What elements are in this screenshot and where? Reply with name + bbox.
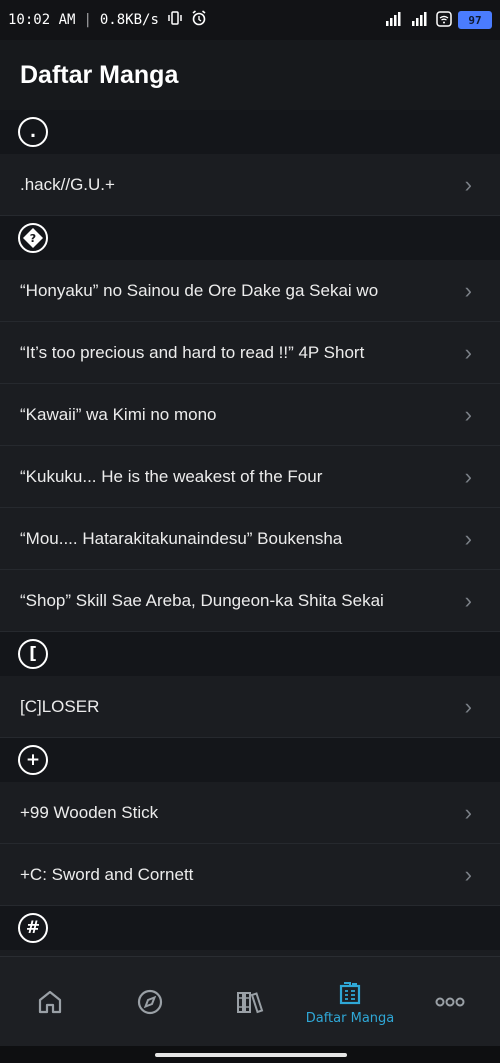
manga-title: “It’s too precious and hard to read !!” … <box>20 342 365 362</box>
section-badge: # <box>18 913 48 943</box>
gesture-bar <box>0 1046 500 1063</box>
section-header-question: ? <box>0 216 500 260</box>
section-header-bracket: [ <box>0 632 500 676</box>
status-bar: 10:02 AM | 0.8KB/s 97 <box>0 0 500 40</box>
status-separator: | <box>83 12 92 28</box>
compass-icon <box>137 989 163 1015</box>
nav-manga-list[interactable]: Daftar Manga <box>305 979 395 1026</box>
vibrate-icon <box>167 11 183 29</box>
home-indicator[interactable] <box>155 1053 347 1057</box>
manga-row[interactable]: “It’s too precious and hard to read !!” … <box>0 322 500 384</box>
section-header-plus: + <box>0 738 500 782</box>
section-badge: [ <box>18 639 48 669</box>
nav-more[interactable] <box>405 996 495 1008</box>
manga-row[interactable]: “Kukuku... He is the weakest of the Four… <box>0 446 500 508</box>
battery-indicator: 97 <box>458 11 492 29</box>
chevron-right-icon: › <box>464 171 472 197</box>
manga-row[interactable]: “Honyaku” no Sainou de Ore Dake ga Sekai… <box>0 260 500 322</box>
manga-title: .hack//G.U.+ <box>20 174 115 194</box>
chevron-right-icon: › <box>464 463 472 489</box>
manga-title: “Kawaii” wa Kimi no mono <box>20 404 217 424</box>
nav-home[interactable] <box>5 988 95 1016</box>
manga-title: “Mou.... Hatarakitakunaindesu” Boukensha <box>20 528 343 548</box>
chevron-right-icon: › <box>464 693 472 719</box>
manga-row[interactable]: +99 Wooden Stick › <box>0 782 500 844</box>
status-time: 10:02 AM <box>8 12 76 28</box>
nav-library[interactable] <box>205 988 295 1016</box>
manga-row[interactable]: “Mou.... Hatarakitakunaindesu” Boukensha… <box>0 508 500 570</box>
wifi-icon <box>436 10 452 30</box>
manga-row[interactable]: “Shop” Skill Sae Areba, Dungeon-ka Shita… <box>0 570 500 632</box>
manga-row[interactable]: [C]LOSER › <box>0 676 500 738</box>
manga-title: +C: Sword and Cornett <box>20 864 194 884</box>
manga-row[interactable]: “Kawaii” wa Kimi no mono › <box>0 384 500 446</box>
library-icon <box>237 992 264 1014</box>
chevron-right-icon: › <box>464 525 472 551</box>
section-badge: ? <box>18 223 48 253</box>
chevron-right-icon: › <box>464 587 472 613</box>
signal-icon <box>384 11 404 29</box>
nav-label: Daftar Manga <box>305 1010 395 1026</box>
manga-title: +99 Wooden Stick <box>20 802 159 822</box>
home-icon <box>38 990 62 1014</box>
manga-list[interactable]: . .hack//G.U.+ › ? “Honyaku” no Sainou d… <box>0 110 500 956</box>
manga-title: “Shop” Skill Sae Areba, Dungeon-ka Shita… <box>20 590 384 610</box>
manga-title: “Honyaku” no Sainou de Ore Dake ga Sekai… <box>20 280 379 300</box>
chevron-right-icon: › <box>464 339 472 365</box>
manga-row[interactable]: .hack//G.U.+ › <box>0 154 500 216</box>
manga-title: [C]LOSER <box>20 696 100 716</box>
chevron-right-icon: › <box>464 277 472 303</box>
more-icon <box>435 997 465 1007</box>
diamond-question-icon: ? <box>23 228 43 248</box>
section-header-hash: # <box>0 906 500 950</box>
section-header-dot: . <box>0 110 500 154</box>
chevron-right-icon: › <box>464 401 472 427</box>
section-badge: + <box>18 745 48 775</box>
alarm-icon <box>191 10 207 30</box>
manga-title: “Kukuku... He is the weakest of the Four <box>20 466 323 486</box>
chevron-right-icon: › <box>464 861 472 887</box>
signal-icon-2 <box>410 11 430 29</box>
bottom-navigation: Daftar Manga <box>0 956 500 1047</box>
manga-row[interactable]: +C: Sword and Cornett › <box>0 844 500 906</box>
chevron-right-icon: › <box>464 799 472 825</box>
app-header: Daftar Manga <box>0 40 500 110</box>
network-speed: 0.8KB/s <box>99 12 159 28</box>
nav-explore[interactable] <box>105 988 195 1016</box>
section-badge: . <box>18 117 48 147</box>
svg-text:?: ? <box>30 232 36 245</box>
manga-list-icon <box>339 981 361 1004</box>
page-title: Daftar Manga <box>20 60 179 89</box>
